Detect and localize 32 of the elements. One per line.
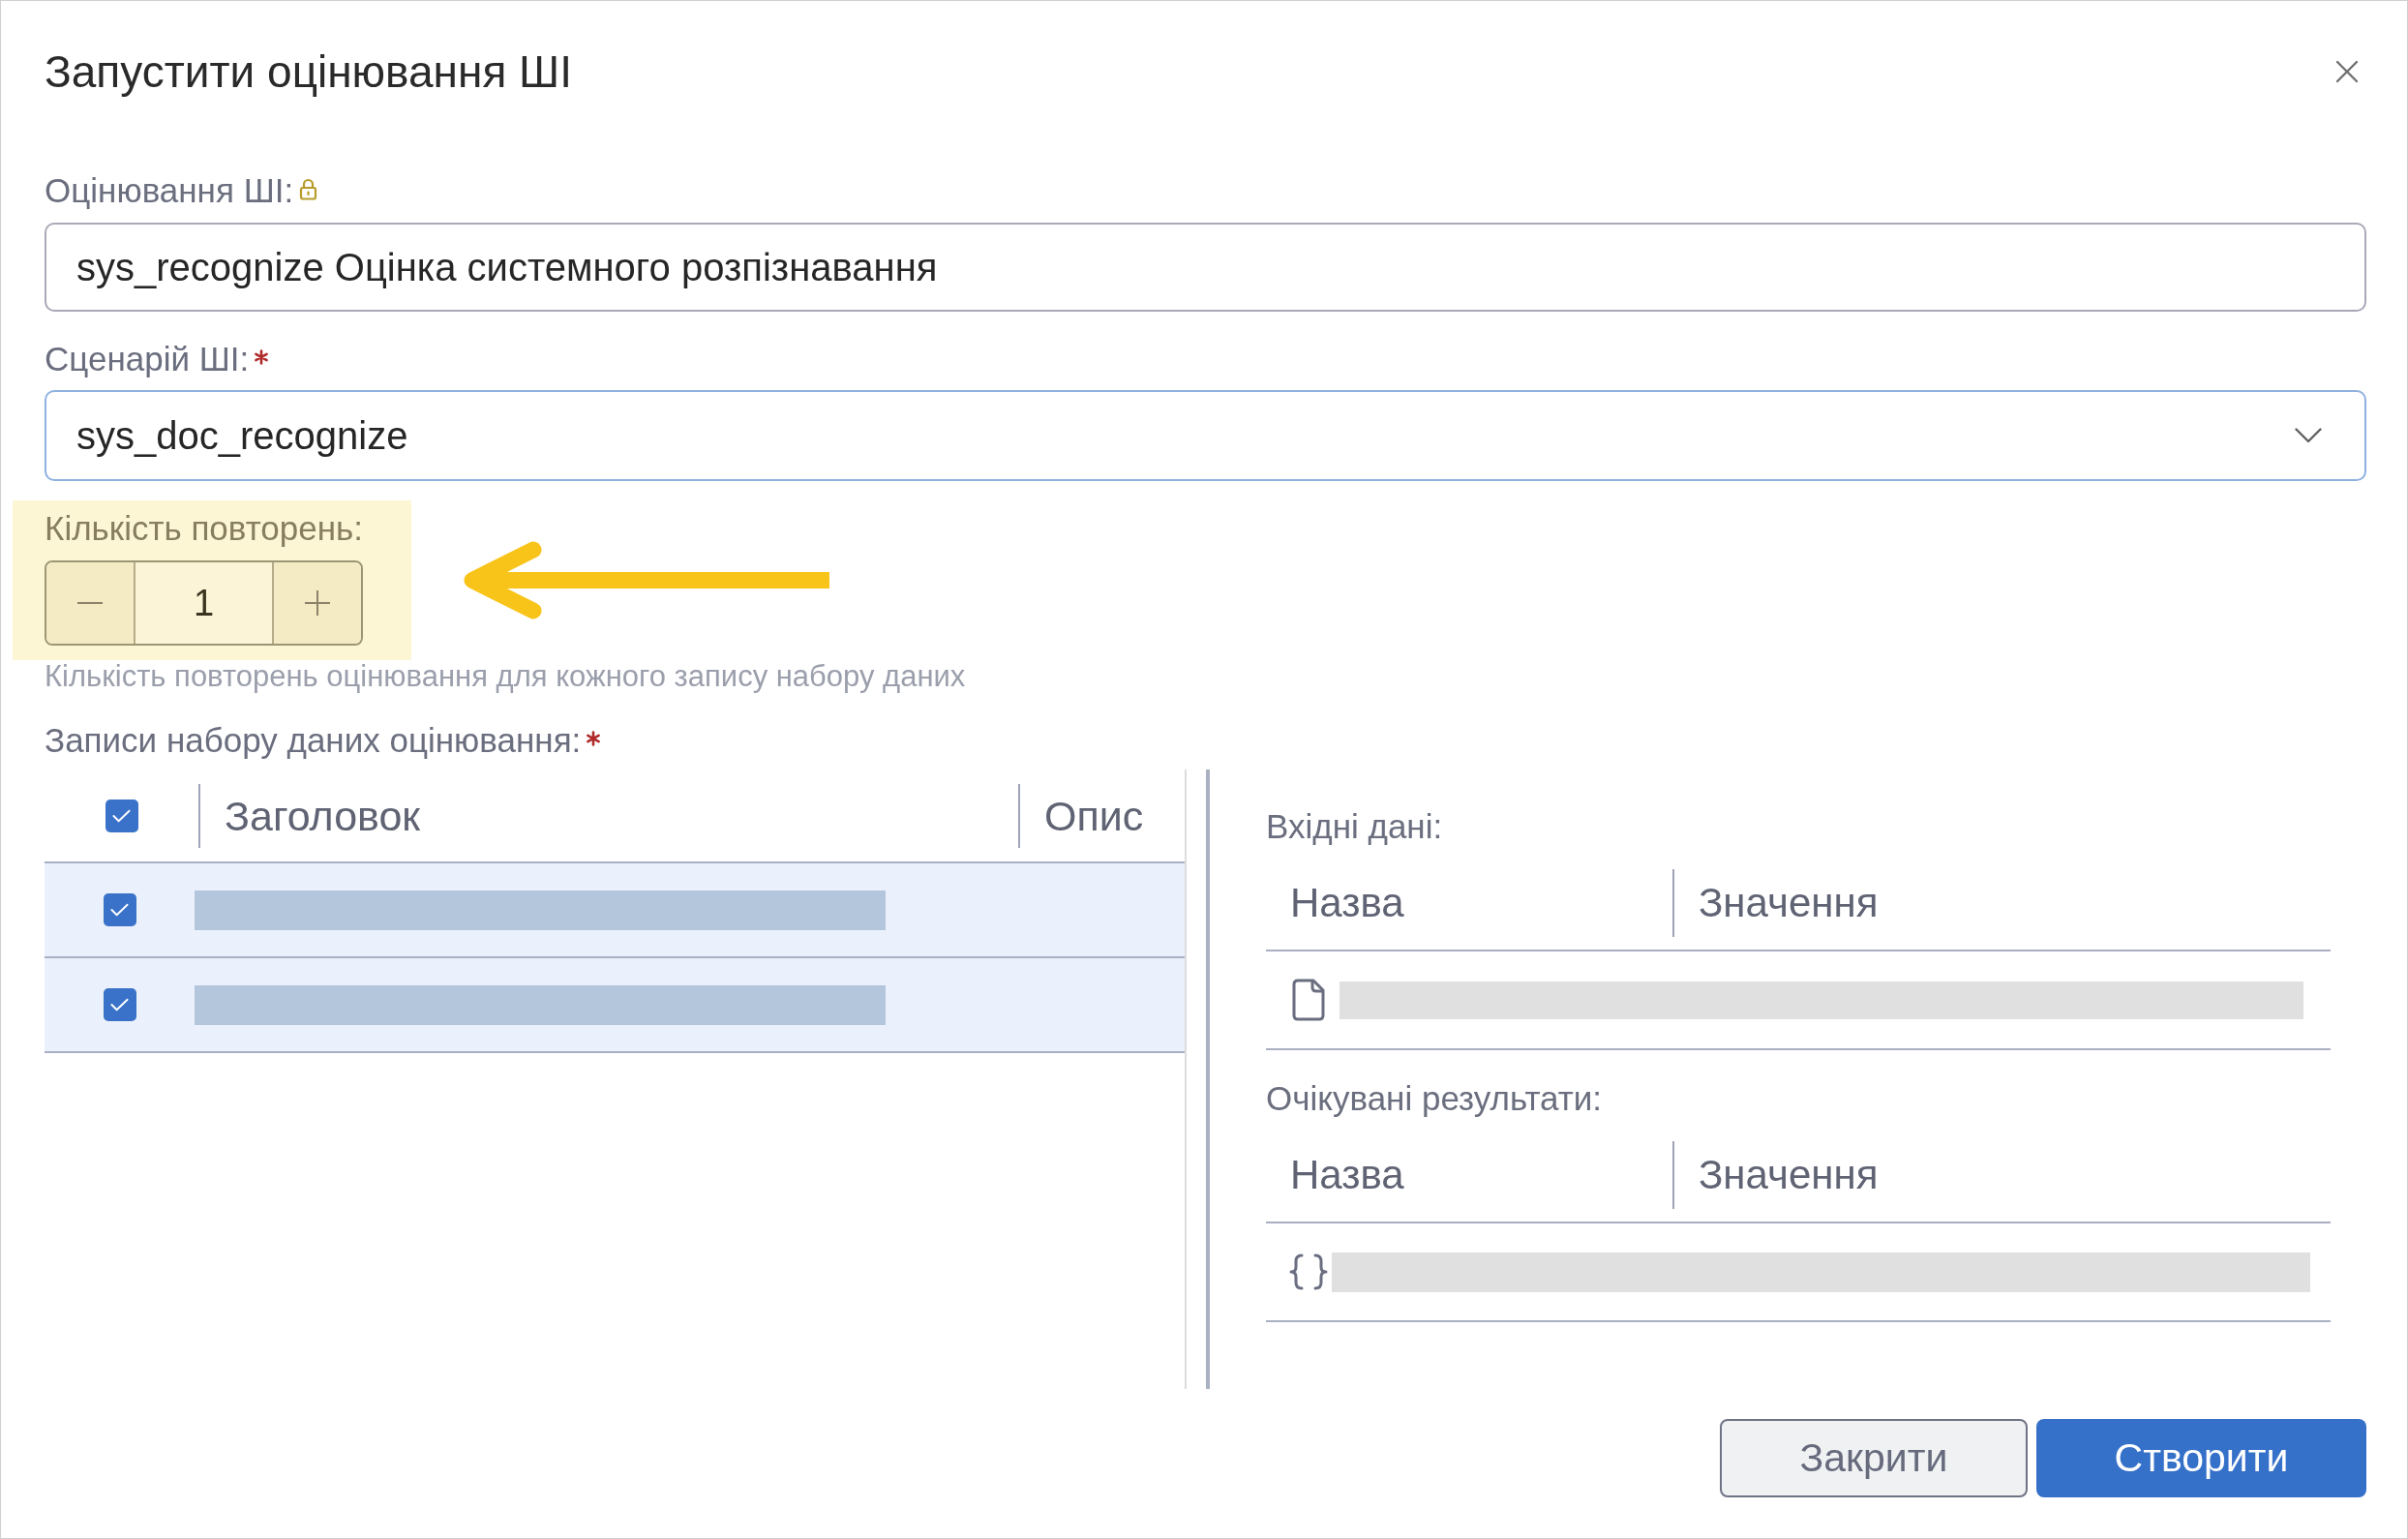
chevron-down-icon <box>2295 428 2322 443</box>
minus-icon <box>77 601 103 605</box>
column-header: Назва <box>1290 880 1404 925</box>
check-icon <box>112 808 131 823</box>
column-header: Опис <box>1044 792 1144 839</box>
check-icon <box>110 903 129 917</box>
field-label: Кількість повторень: <box>45 509 363 548</box>
primary-button[interactable]: Створити <box>2036 1419 2366 1497</box>
secondary-button[interactable]: Закрити <box>1720 1419 2028 1497</box>
checkbox[interactable] <box>105 799 138 832</box>
text-field[interactable]: sys_recognize Оцінка системного розпізнавання <box>45 223 2366 312</box>
column-header: Заголовок <box>225 792 421 839</box>
checkbox[interactable] <box>103 988 136 1021</box>
column-header: Назва <box>1290 1152 1404 1197</box>
dialog-title: Запустити оцінювання ШІ <box>45 45 573 98</box>
hint-text: Кількість повторень оцінювання для кожного запису набору даних <box>45 660 966 693</box>
plus-icon <box>305 590 330 616</box>
section-label: Вхідні дані: <box>1266 807 1443 846</box>
file-icon <box>1291 979 1326 1021</box>
column-header: Значення <box>1699 880 1879 925</box>
braces-icon <box>1288 1252 1329 1291</box>
field-label: Записи набору даних оцінювання: <box>45 721 582 760</box>
column-header: Значення <box>1699 1152 1879 1197</box>
field-label: Оцінювання ШІ: <box>45 171 294 210</box>
close-icon <box>2335 60 2359 83</box>
checkbox[interactable] <box>103 893 136 926</box>
check-icon <box>110 998 129 1011</box>
select-field[interactable]: sys_doc_recognize <box>45 390 2366 481</box>
left-arrow-icon <box>461 541 829 619</box>
section-label: Очікувані результати: <box>1266 1079 1603 1118</box>
close-button[interactable] <box>2335 60 2359 83</box>
field-label: Сценарій ШІ: <box>45 340 250 378</box>
